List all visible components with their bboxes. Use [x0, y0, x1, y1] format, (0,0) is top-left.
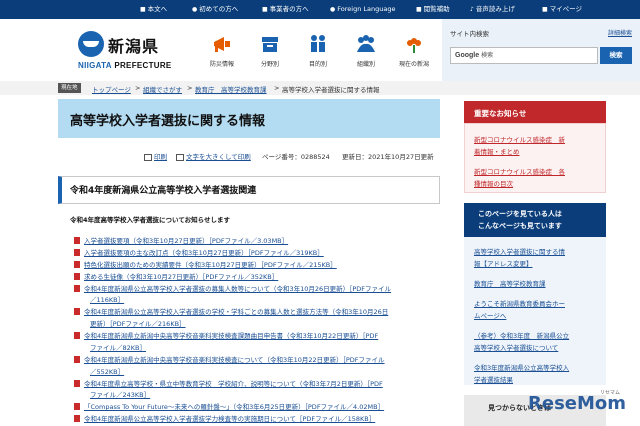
notice-link-covid-index[interactable]: 新型コロナウイルス感染症 各	[474, 166, 565, 176]
document-link-continued[interactable]: 更新）［PDFファイル／216KB］	[90, 318, 186, 328]
document-link[interactable]: 「Compass To Your Future～未来への羅針盤～」（令和3年6月…	[74, 401, 384, 411]
related-link[interactable]: 教育庁 高等学校教育課	[474, 278, 546, 288]
user-icon: ■	[542, 6, 548, 13]
document-link-continued[interactable]: ファイル／243KB］	[90, 389, 150, 399]
related-link[interactable]: ようこそ新潟県教育委員会ホー	[474, 298, 565, 308]
info-icon: ●	[192, 6, 198, 13]
related-pages-title: こんなページも見ています	[478, 222, 562, 230]
box-icon	[262, 37, 278, 52]
document-link[interactable]: 令和4年度新潟県立新潟中央高等学校音楽科実技検査について（令和3年10月22日更…	[74, 354, 385, 364]
site-search: サイト内検索 詳細検索 Google 検索 検索	[442, 19, 640, 81]
group-icon	[357, 35, 375, 52]
pdf-icon	[74, 380, 80, 387]
pdf-icon	[74, 403, 80, 410]
section-lead: 令和4年度高等学校入学者選抜についてお知らせします	[70, 216, 231, 224]
breadcrumb-organization[interactable]: 組織でさがす	[143, 84, 182, 94]
print-link[interactable]: 印刷	[144, 151, 167, 161]
important-notice-title: 重要なお知らせ	[474, 109, 527, 118]
related-link[interactable]: 高等学校入学者選抜について	[474, 342, 558, 352]
printer-icon	[176, 153, 184, 161]
search-input[interactable]: Google 検索	[450, 47, 598, 64]
logo-english: NIIGATA PREFECTURE	[78, 61, 172, 70]
building-icon: ■	[262, 6, 268, 13]
pdf-icon	[74, 356, 80, 363]
eye-icon: ■	[416, 6, 422, 13]
document-link[interactable]: 入学者選抜要項の主な改訂点（令和3年10月27日更新）［PDFファイル／319K…	[74, 247, 324, 257]
foreign-language-link[interactable]: ● Foreign Language	[330, 0, 395, 19]
google-brand: Google	[455, 52, 480, 59]
document-link-continued[interactable]: ／552KB］	[90, 366, 124, 376]
pdf-icon	[74, 261, 80, 268]
speaker-icon: ♪	[470, 6, 474, 13]
search-title: サイト内検索	[450, 30, 489, 38]
document-link[interactable]: 求める生徒像（令和3年10月27日更新）［PDFファイル／352KB］	[74, 271, 278, 281]
nav-purpose[interactable]: 目的別	[294, 29, 342, 75]
breadcrumb-department[interactable]: 教育庁 高等学校教育課	[195, 84, 267, 94]
arrow-icon: ■	[140, 6, 146, 13]
related-link[interactable]: 報【アドレス変更】	[474, 258, 533, 268]
search-button[interactable]: 検索	[600, 47, 632, 64]
reading-assist-link[interactable]: ■ 閲覧補助	[416, 0, 450, 19]
pdf-icon	[74, 308, 80, 315]
printer-icon	[144, 153, 152, 161]
page-title: 高等学校入学者選抜に関する情報	[70, 114, 266, 129]
breadcrumb-sep: >	[135, 84, 141, 92]
document-link[interactable]: 令和4年度新潟県立新潟中央高等学校音楽科実技検査課題曲目申告書（令和3年10月2…	[74, 330, 378, 340]
pdf-icon	[74, 237, 80, 244]
related-link[interactable]: ムページへ	[474, 310, 506, 320]
related-pages-title: このページを見ている人は	[478, 210, 562, 218]
document-link[interactable]: 令和4年度新潟県公立高等学校入学者選抜の募集人数等について（令和3年10月26日…	[74, 283, 391, 293]
related-link[interactable]: （参考）令和3年度 新潟県公立	[474, 330, 569, 340]
skip-to-content-link[interactable]: ■ 本文へ	[140, 0, 167, 19]
mypage-link[interactable]: ■ マイページ	[542, 0, 582, 19]
notice-link-covid-news[interactable]: 新型コロナウイルス感染症 新	[474, 134, 565, 144]
document-link-continued[interactable]: ／116KB］	[90, 294, 124, 304]
document-link[interactable]: 特色化選抜出願のための実績要件（令和3年10月27日更新）［PDFファイル／21…	[74, 259, 337, 269]
text-to-speech-link[interactable]: ♪ 音声読み上げ	[470, 0, 515, 19]
prefecture-logo[interactable]: 新潟県 NIIGATA PREFECTURE	[78, 31, 178, 71]
breadcrumb-current: 高等学校入学者選抜に関する情報	[282, 86, 380, 94]
large-print-link[interactable]: 文字を大きくして印刷	[176, 151, 251, 161]
globe-icon: ●	[330, 6, 336, 13]
section-title: 令和4年度新潟県公立高等学校入学者選抜関連	[70, 186, 257, 196]
related-link[interactable]: 令和3年度新潟県公立高等学校入	[474, 362, 569, 372]
flower-icon	[407, 38, 421, 53]
document-link-continued[interactable]: ファイル／82KB］	[90, 342, 146, 352]
pdf-icon	[74, 285, 80, 292]
pdf-icon	[74, 415, 80, 422]
nav-disaster[interactable]: 防災情報	[198, 29, 246, 75]
page-number: ページ番号：0288524	[262, 153, 330, 161]
first-time-link[interactable]: ● 初めての方へ	[192, 0, 238, 19]
top-utility-bar: ■ 本文へ ● 初めての方へ ■ 事業者の方へ ● Foreign Language ■…	[0, 0, 640, 19]
niigata-emblem-icon	[78, 31, 104, 57]
breadcrumb-sep: >	[187, 84, 193, 92]
updated-date: 更新日：2021年10月27日更新	[342, 153, 434, 161]
document-link[interactable]: 入学者選抜要項（令和3年10月27日更新）［PDFファイル／3.03MB］	[74, 235, 288, 245]
breadcrumb-sep: >	[274, 84, 280, 92]
nav-organization[interactable]: 組織別	[342, 29, 390, 75]
document-link[interactable]: 令和4年度新潟県公立高等学校入学者選抜学力検査等の実施期日について［PDFファイ…	[74, 413, 375, 423]
nav-category[interactable]: 分野別	[246, 29, 294, 75]
advanced-search-link[interactable]: 詳細検索	[608, 28, 632, 37]
pdf-icon	[74, 273, 80, 280]
pdf-icon	[74, 249, 80, 256]
people-purpose-icon	[311, 35, 325, 52]
document-link[interactable]: 令和4年度県立高等学校・県立中等教育学校 学校紹介、説明等について（令和3年7月…	[74, 378, 383, 388]
notice-link-covid-news[interactable]: 着情報・まとめ	[474, 146, 520, 156]
megaphone-icon	[214, 37, 230, 52]
pdf-icon	[74, 332, 80, 339]
breadcrumb-top[interactable]: トップページ	[92, 84, 131, 94]
nav-current-niigata[interactable]: 現在の新潟	[390, 29, 438, 75]
notice-link-covid-index[interactable]: 種情報の目次	[474, 178, 513, 188]
related-link[interactable]: 学者選抜結果	[474, 374, 513, 384]
document-link[interactable]: 令和4年度新潟県公立高等学校入学者選抜の学校・学科ごとの募集人数と選抜方法等（令…	[74, 306, 388, 316]
business-link[interactable]: ■ 事業者の方へ	[262, 0, 309, 19]
breadcrumb-tag: 現在地	[58, 83, 81, 93]
resemom-watermark: ReseMom	[528, 393, 627, 414]
logo-japanese: 新潟県	[108, 37, 160, 56]
global-nav: 防災情報 分野別 目的別 組織別 現在の新潟	[198, 29, 438, 75]
related-link[interactable]: 高等学校入学者選抜に関する情	[474, 246, 565, 256]
